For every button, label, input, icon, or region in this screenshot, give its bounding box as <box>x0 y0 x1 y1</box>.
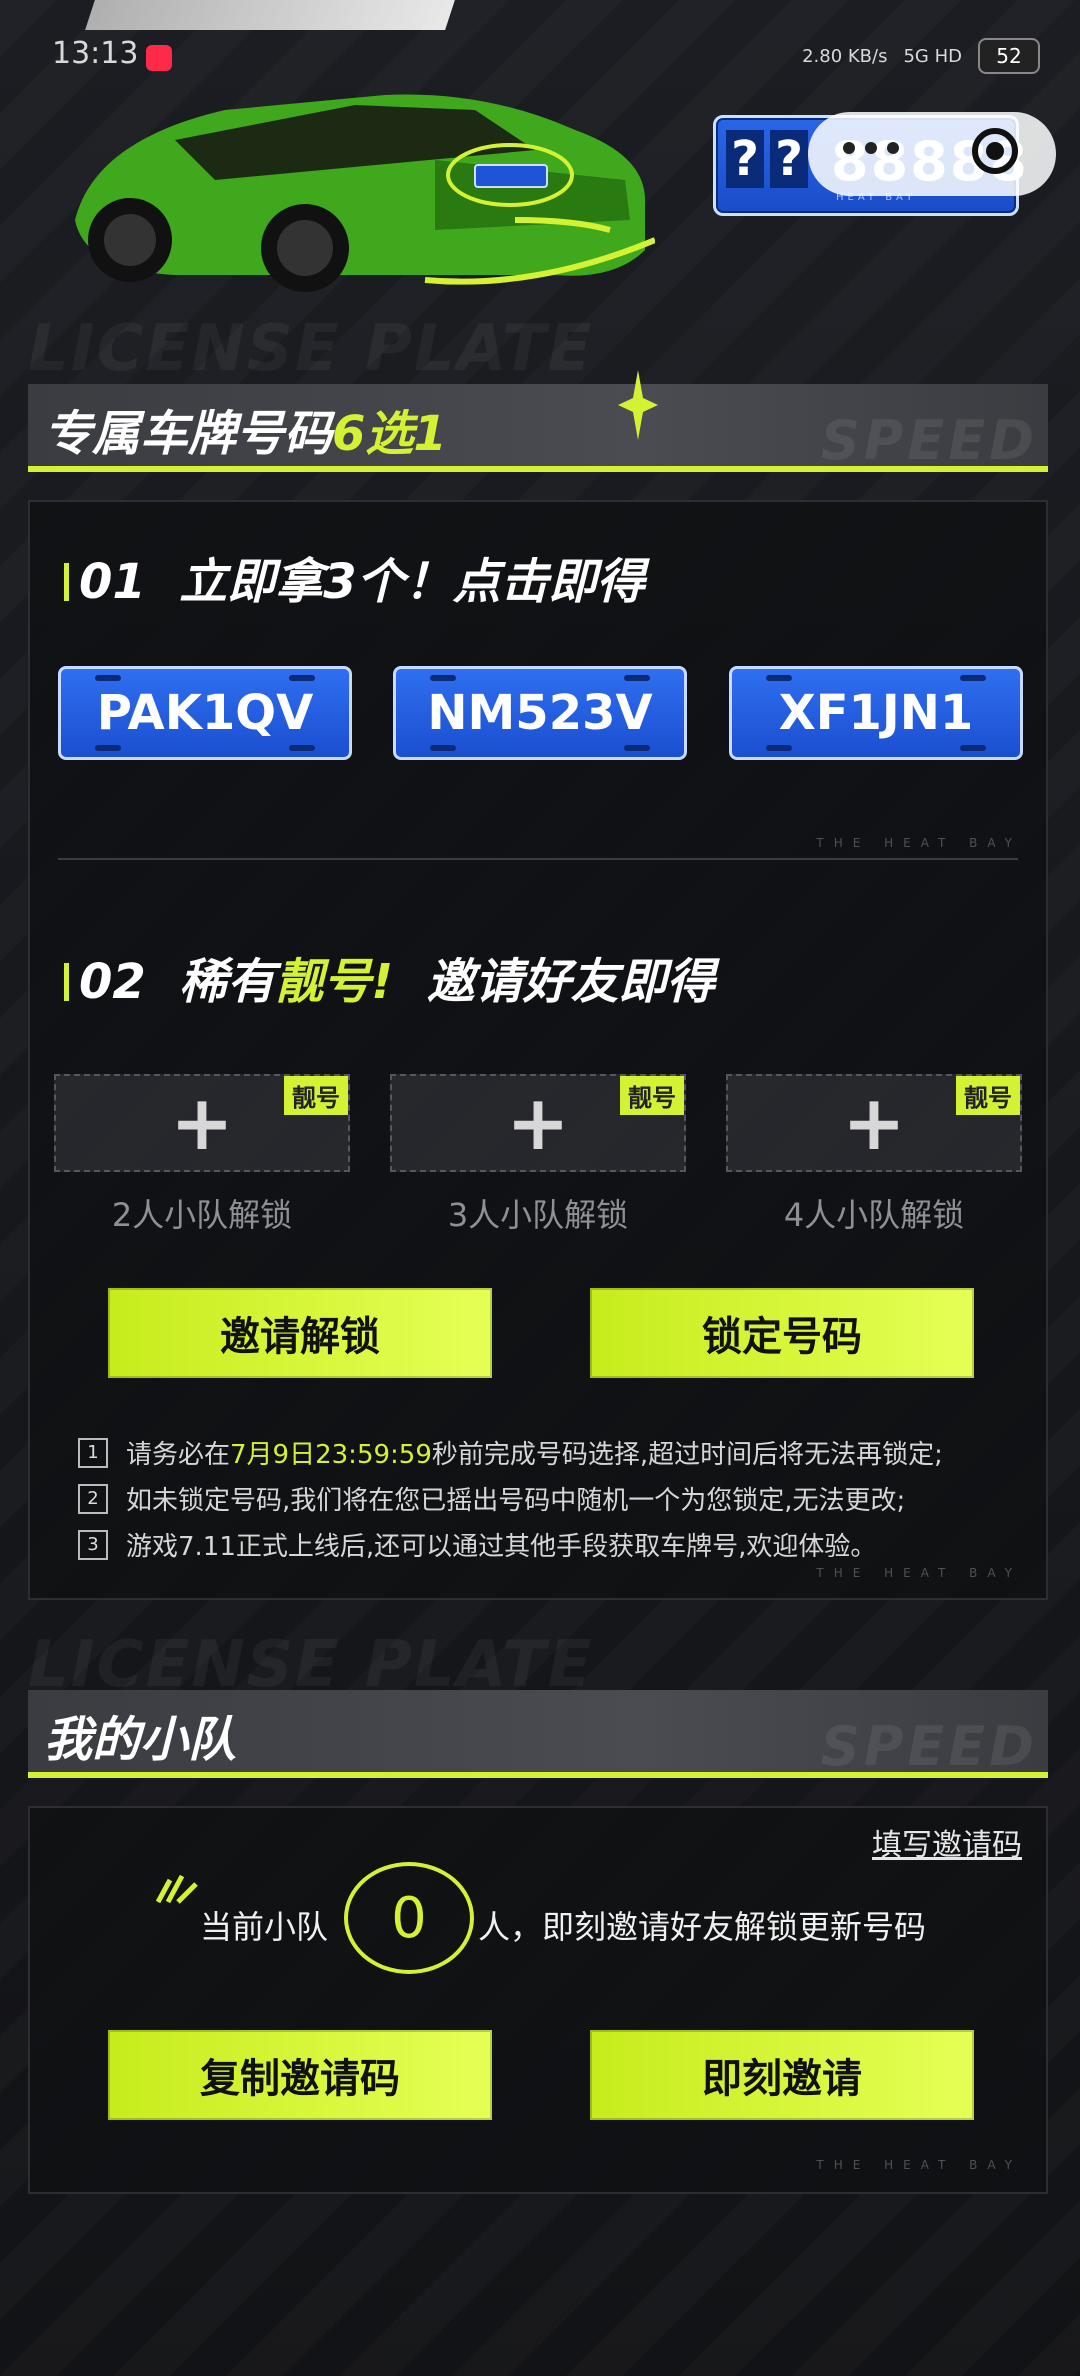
step1-number: 01 <box>79 554 146 610</box>
section-header-team: SPEED 我的小队 <box>28 1690 1048 1778</box>
status-time: 13:13 <box>52 36 139 71</box>
divider <box>58 858 1018 860</box>
rule-item: 2 如未锁定号码,我们将在您已摇出号码中随机一个为您锁定,无法更改; <box>78 1480 905 1517</box>
team-member-count: 0 <box>344 1862 474 1974</box>
slot-unlock-label: 4人小队解锁 <box>783 1196 965 1234</box>
header-ghost-text: SPEED <box>820 1715 1038 1778</box>
copy-invite-code-button[interactable]: 复制邀请码 <box>108 2030 492 2120</box>
locked-plate-slot[interactable]: + 靓号 <box>726 1074 1022 1172</box>
step2-number: 02 <box>79 954 146 1010</box>
header-ghost-text: SPEED <box>820 409 1038 472</box>
plate-option[interactable]: PAK1QV <box>58 666 352 760</box>
step2-highlight: 靓号! <box>275 954 394 1010</box>
add-icon: + <box>506 1078 570 1167</box>
status-indicators: 2.80 KB/s 5G HD 52 <box>802 38 1040 74</box>
locked-plate-slot[interactable]: + 靓号 <box>54 1074 350 1172</box>
plate-prefix-char: ? <box>770 130 808 188</box>
section-header-plates: SPEED 专属车牌号码6选1 <box>28 370 1048 472</box>
plate-prefix-char: ? <box>726 130 764 188</box>
sparkle-icon <box>618 370 658 440</box>
plate-option[interactable]: NM523V <box>393 666 687 760</box>
network-speed: 2.80 KB/s <box>802 45 888 67</box>
section-title: 我的小队 <box>44 1712 237 1768</box>
step1-text: 立即拿3个！点击即得 <box>179 554 645 610</box>
section-title-text: 专属车牌号码 <box>44 406 333 462</box>
spark-icon <box>156 1874 198 1904</box>
locked-plate-slot[interactable]: + 靓号 <box>390 1074 686 1172</box>
team-text-prefix: 当前小队 <box>200 1908 329 1946</box>
slot-unlock-label: 2人小队解锁 <box>111 1196 293 1234</box>
more-options-icon[interactable] <box>843 142 899 154</box>
rare-tag: 靓号 <box>620 1076 684 1115</box>
add-icon: + <box>170 1078 234 1167</box>
rule-item: 1 请务必在 7月9日23:59:59 秒前完成号码选择,超过时间后将无法再锁定; <box>78 1434 943 1471</box>
team-text-suffix: 人，即刻邀请好友解锁更新号码 <box>478 1908 927 1946</box>
background-lettering: LICENSE PLATE <box>28 312 594 386</box>
deco-text: THE HEAT BAY <box>816 836 1022 850</box>
network-type: 5G HD <box>903 45 962 67</box>
section-title-highlight: 6选1 <box>332 406 447 462</box>
slot-unlock-label: 3人小队解锁 <box>447 1196 629 1234</box>
invite-unlock-button[interactable]: 邀请解锁 <box>108 1288 492 1378</box>
step2-text-b: 邀请好友即得 <box>426 954 715 1010</box>
step2-text-a: 稀有 <box>179 954 276 1010</box>
close-target-icon[interactable] <box>972 128 1018 174</box>
rare-tag: 靓号 <box>284 1076 348 1115</box>
invite-now-button[interactable]: 即刻邀请 <box>590 2030 974 2120</box>
rule-item: 3 游戏7.11正式上线后,还可以通过其他手段获取车牌号,欢迎体验。 <box>78 1526 876 1563</box>
lock-number-button[interactable]: 锁定号码 <box>590 1288 974 1378</box>
fill-invite-code-link[interactable]: 填写邀请码 <box>872 1820 1022 1864</box>
add-icon: + <box>842 1078 906 1167</box>
app-notification-icon <box>146 45 172 71</box>
step1-title: 01 立即拿3个！点击即得 <box>64 542 645 612</box>
deco-text: THE HEAT BAY <box>816 2158 1022 2172</box>
team-card: 填写邀请码 当前小队 0 人，即刻邀请好友解锁更新号码 复制邀请码 即刻邀请 T… <box>28 1806 1048 2194</box>
mini-program-capsule[interactable] <box>808 112 1056 196</box>
deco-text: THE HEAT BAY <box>816 1566 1022 1580</box>
plate-selection-card: 01 立即拿3个！点击即得 PAK1QV NM523V XF1JN1 THE H… <box>28 500 1048 1600</box>
status-bar: 13:13 2.80 KB/s 5G HD 52 <box>0 0 1080 110</box>
plate-option[interactable]: XF1JN1 <box>729 666 1023 760</box>
section-title: 专属车牌号码6选1 <box>44 394 447 464</box>
step2-title: 02 稀有靓号! 邀请好友即得 <box>64 942 715 1012</box>
rare-tag: 靓号 <box>956 1076 1020 1115</box>
battery-icon: 52 <box>978 38 1040 74</box>
